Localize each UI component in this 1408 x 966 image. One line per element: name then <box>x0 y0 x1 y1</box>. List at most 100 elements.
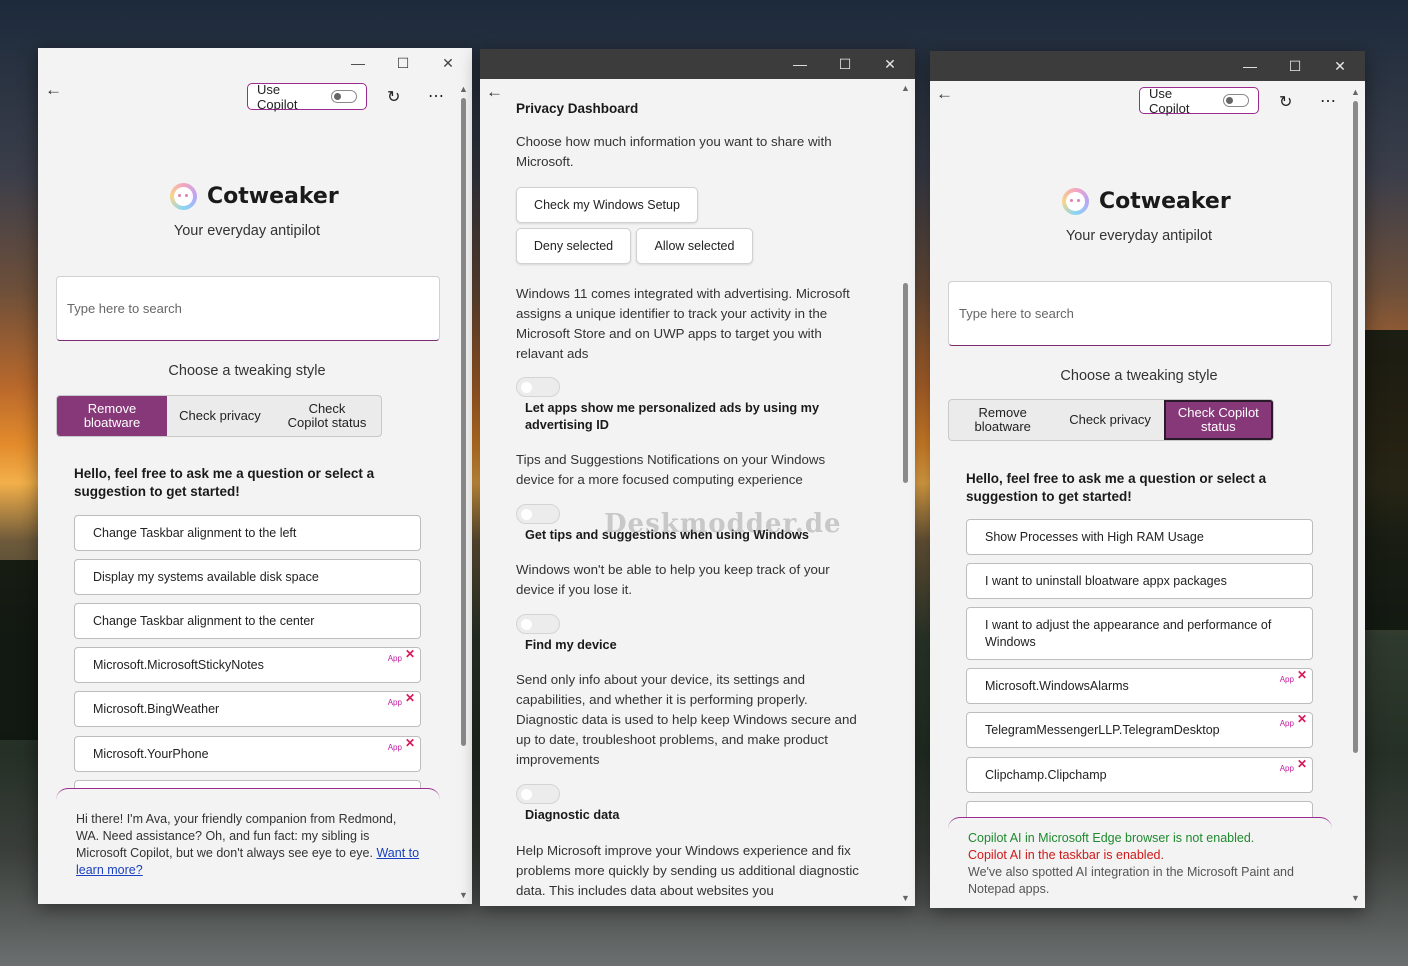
style-label: Choose a tweaking style <box>168 363 326 379</box>
tips-suggestions-toggle[interactable] <box>516 504 560 524</box>
tweaking-style-selector: Remove bloatware Check privacy Check Cop… <box>56 395 382 437</box>
scroll-down-icon[interactable]: ▼ <box>901 893 910 903</box>
privacy-dashboard-title: Privacy Dashboard <box>516 101 639 116</box>
arrow-left-icon[interactable]: ← <box>936 84 953 104</box>
copilot-status-box: Copilot AI in Microsoft Edge browser is … <box>948 817 1332 908</box>
scroll-up-icon[interactable]: ▲ <box>459 84 468 94</box>
copilot-switch[interactable] <box>1223 94 1249 107</box>
chat-text: Hi there! I'm Ava, your friendly compani… <box>76 812 397 860</box>
suggestion-item[interactable]: I want to adjust the appearance and perf… <box>966 607 1313 660</box>
minimize-icon[interactable]: — <box>336 48 380 78</box>
refresh-icon[interactable]: ↻ <box>1279 92 1292 112</box>
style-check-privacy[interactable]: Check privacy <box>1056 400 1163 440</box>
use-copilot-toggle[interactable]: Use Copilot <box>1139 86 1259 116</box>
suggestion-item[interactable]: Change Taskbar alignment to the left <box>74 515 421 551</box>
background-treeline-left <box>0 560 40 740</box>
suggestion-item[interactable]: TelegramMessengerLLP.TelegramDesktop App… <box>966 712 1313 748</box>
status-paint-notepad: We've also spotted AI integration in the… <box>968 865 1294 896</box>
watermark: Deskmodder.de <box>604 509 842 539</box>
find-my-device-toggle[interactable] <box>516 614 560 634</box>
style-remove-bloatware[interactable]: Remove bloatware <box>949 400 1056 440</box>
suggestion-item[interactable]: Microsoft.YourPhone App ✕ <box>74 736 421 772</box>
status-edge: Copilot AI in Microsoft Edge browser is … <box>968 831 1255 845</box>
remove-x-icon[interactable]: ✕ <box>1297 758 1307 770</box>
arrow-left-icon[interactable]: ← <box>486 82 503 102</box>
check-windows-setup-button[interactable]: Check my Windows Setup <box>516 187 698 223</box>
refresh-icon[interactable]: ↻ <box>387 87 400 107</box>
more-icon[interactable]: ⋯ <box>428 86 444 106</box>
hello-message: Hello, feel free to ask me a question or… <box>74 466 375 499</box>
title-bar: — ☐ ✕ <box>38 48 472 78</box>
suggestion-item[interactable]: Clipchamp.Clipchamp App ✕ <box>966 757 1313 793</box>
hello-message: Hello, feel free to ask me a question or… <box>966 471 1267 504</box>
background-treeline-right <box>1365 330 1408 630</box>
scroll-thumb[interactable] <box>903 283 908 483</box>
minimize-icon[interactable]: — <box>778 49 822 79</box>
more-icon[interactable]: ⋯ <box>1320 91 1336 111</box>
scroll-up-icon[interactable]: ▲ <box>1351 87 1360 97</box>
search-input[interactable]: Type here to search <box>56 276 440 341</box>
search-input[interactable]: Type here to search <box>948 281 1332 346</box>
left-window: — ☐ ✕ ← Use Copilot ↻ ⋯ Cotweaker Your e… <box>38 48 472 904</box>
minimize-icon[interactable]: — <box>1228 51 1272 81</box>
remove-x-icon[interactable]: ✕ <box>405 648 415 660</box>
suggestion-item[interactable]: Display my systems available disk space <box>74 559 421 595</box>
arrow-left-icon[interactable]: ← <box>45 80 62 100</box>
remove-x-icon[interactable]: ✕ <box>1297 669 1307 681</box>
personalized-ads-toggle[interactable] <box>516 377 560 397</box>
cotweaker-logo-icon <box>170 183 197 210</box>
chat-message: Hi there! I'm Ava, your friendly compani… <box>56 788 440 904</box>
remove-x-icon[interactable]: ✕ <box>1297 713 1307 725</box>
maximize-icon[interactable]: ☐ <box>1273 51 1317 81</box>
use-copilot-label: Use Copilot <box>257 81 298 112</box>
use-copilot-toggle[interactable]: Use Copilot <box>247 81 367 112</box>
suggestion-item[interactable]: I want to uninstall bloatware appx packa… <box>966 563 1313 599</box>
scroll-down-icon[interactable]: ▼ <box>459 890 468 900</box>
brand: Cotweaker <box>170 183 339 210</box>
style-check-privacy[interactable]: Check privacy <box>167 396 273 436</box>
scrollbar[interactable]: ▲ ▼ <box>1351 87 1360 905</box>
close-icon[interactable]: ✕ <box>426 48 470 78</box>
right-window: — ☐ ✕ ← Use Copilot ↻ ⋯ Cotweaker Your e… <box>930 51 1365 908</box>
close-icon[interactable]: ✕ <box>1318 51 1362 81</box>
style-check-copilot-status[interactable]: Check Copilot status <box>273 396 381 436</box>
suggestion-item[interactable]: Microsoft.MicrosoftStickyNotes App ✕ <box>74 647 421 683</box>
scroll-up-icon[interactable]: ▲ <box>901 83 910 93</box>
style-check-copilot-status[interactable]: Check Copilot status <box>1163 400 1273 440</box>
deny-selected-button[interactable]: Deny selected <box>516 228 631 264</box>
scroll-thumb[interactable] <box>461 98 466 746</box>
suggestion-item[interactable]: Show Processes with High RAM Usage <box>966 519 1313 555</box>
setting-label: Find my device <box>525 638 617 652</box>
title-bar: — ☐ ✕ <box>480 49 915 79</box>
scrollbar[interactable]: ▲ ▼ <box>901 83 910 905</box>
close-icon[interactable]: ✕ <box>868 49 912 79</box>
style-remove-bloatware[interactable]: Remove bloatware <box>57 396 167 436</box>
suggestion-item[interactable]: Change Taskbar alignment to the center <box>74 603 421 639</box>
scroll-thumb[interactable] <box>1353 101 1358 753</box>
status-taskbar: Copilot AI in the taskbar is enabled. <box>968 848 1164 862</box>
brand: Cotweaker <box>1062 188 1231 215</box>
copilot-switch[interactable] <box>331 90 357 103</box>
scrollbar[interactable]: ▲ ▼ <box>459 84 468 902</box>
remove-x-icon[interactable]: ✕ <box>405 737 415 749</box>
maximize-icon[interactable]: ☐ <box>381 48 425 78</box>
maximize-icon[interactable]: ☐ <box>823 49 867 79</box>
setting-description: Windows 11 comes integrated with adverti… <box>516 286 850 361</box>
title-bar: — ☐ ✕ <box>930 51 1365 81</box>
allow-selected-button[interactable]: Allow selected <box>636 228 753 264</box>
tagline: Your everyday antipilot <box>1065 228 1213 244</box>
setting-label: Let apps show me personalized ads by usi… <box>525 401 819 432</box>
app-badge: App ✕ <box>387 736 415 752</box>
setting-description: Send only info about your device, its se… <box>516 672 857 767</box>
middle-window: — ☐ ✕ ← Privacy Dashboard Choose how muc… <box>480 49 915 906</box>
scroll-down-icon[interactable]: ▼ <box>1351 893 1360 903</box>
app-badge: App ✕ <box>1279 712 1307 728</box>
brand-name: Cotweaker <box>207 184 339 209</box>
app-badge: App ✕ <box>1279 757 1307 773</box>
suggestion-item[interactable]: Microsoft.WindowsAlarms App ✕ <box>966 668 1313 704</box>
suggestion-item[interactable]: Microsoft.BingWeather App ✕ <box>74 691 421 727</box>
privacy-intro: Choose how much information you want to … <box>516 134 832 169</box>
diagnostic-data-toggle[interactable] <box>516 784 560 804</box>
remove-x-icon[interactable]: ✕ <box>405 692 415 704</box>
setting-label: Diagnostic data <box>525 808 620 822</box>
